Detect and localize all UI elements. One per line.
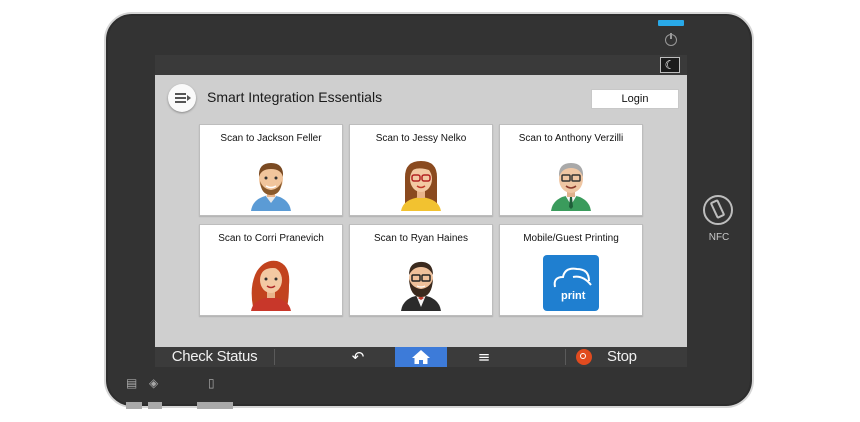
tile-label: Scan to Anthony Verzilli xyxy=(518,133,624,144)
avatar-woman-red-hair-icon xyxy=(243,255,299,311)
avatar-man-gray-glasses-icon xyxy=(543,155,599,211)
power-icon[interactable] xyxy=(665,33,677,46)
data-in-icon[interactable]: ◈ xyxy=(149,376,158,390)
nfc-icon xyxy=(703,195,733,225)
bottom-control-bar: Check Status ↶ ≡ Stop xyxy=(155,347,687,367)
status-led xyxy=(658,20,684,26)
tile-label: Mobile/Guest Printing xyxy=(523,233,619,244)
tile-scan-anthony-verzilli[interactable]: Scan to Anthony Verzilli xyxy=(499,124,643,216)
tile-mobile-guest-printing[interactable]: Mobile/Guest Printing print xyxy=(499,224,643,316)
avatar-woman-glasses-icon xyxy=(393,155,449,211)
print-cloud-icon: print xyxy=(543,255,599,311)
scan-tiles-grid: Scan to Jackson Feller Scan to Jessy Nel… xyxy=(199,124,645,318)
home-icon xyxy=(412,350,430,364)
back-arrow-icon[interactable]: ↶ xyxy=(343,347,373,367)
print-icon-text: print xyxy=(561,290,586,302)
screen-header: Smart Integration Essentials Login xyxy=(155,75,687,121)
avatar-man-beard-glasses-icon xyxy=(393,255,449,311)
avatar-man-brown-beard-icon xyxy=(243,155,299,211)
tile-scan-jackson-feller[interactable]: Scan to Jackson Feller xyxy=(199,124,343,216)
tile-scan-corri-pranevich[interactable]: Scan to Corri Pranevich xyxy=(199,224,343,316)
foot-indicator xyxy=(197,402,233,409)
tile-scan-ryan-haines[interactable]: Scan to Ryan Haines xyxy=(349,224,493,316)
stop-icon[interactable] xyxy=(576,349,592,365)
job-info-icon[interactable]: ▤ xyxy=(126,376,137,390)
menu-list-icon[interactable]: ≡ xyxy=(469,347,499,367)
tile-label: Scan to Jackson Feller xyxy=(220,133,322,144)
nfc-label: NFC xyxy=(708,232,730,243)
tile-label: Scan to Jessy Nelko xyxy=(375,133,467,144)
page-title: Smart Integration Essentials xyxy=(207,89,383,105)
foot-indicator xyxy=(126,402,142,409)
stop-button[interactable]: Stop xyxy=(607,347,647,367)
menu-icon xyxy=(175,93,186,104)
foot-indicator xyxy=(148,402,162,409)
tile-scan-jessy-nelko[interactable]: Scan to Jessy Nelko xyxy=(349,124,493,216)
menu-button[interactable] xyxy=(168,84,196,112)
login-button[interactable]: Login xyxy=(591,89,679,109)
check-status-button[interactable]: Check Status xyxy=(155,347,274,367)
status-strip: ☾ xyxy=(155,55,687,75)
tray-icon[interactable]: ▯ xyxy=(208,376,215,390)
tile-label: Scan to Ryan Haines xyxy=(374,233,468,244)
home-button[interactable] xyxy=(395,347,447,367)
energy-saver-moon-icon[interactable]: ☾ xyxy=(660,57,680,73)
touch-screen: ☾ Smart Integration Essentials Login Sca… xyxy=(155,55,687,367)
tile-label: Scan to Corri Pranevich xyxy=(218,233,324,244)
